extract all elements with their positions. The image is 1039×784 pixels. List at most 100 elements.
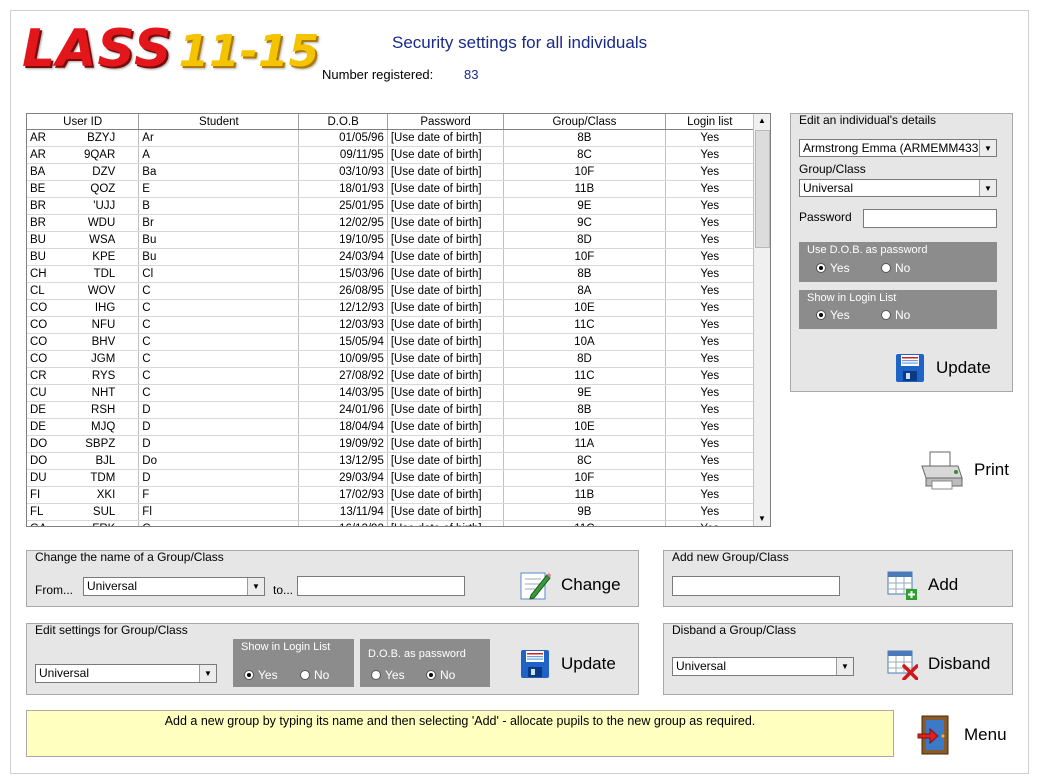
table-row[interactable]: BR 'UJJ B 25/01/95 [Use date of birth] 9E Yes [27,197,756,215]
table-row[interactable]: FI XKI F 17/02/93 [Use date of birth] 11B Yes [27,486,756,504]
table-row[interactable]: BU WSA Bu 19/10/95 [Use date of birth] 8D Yes [27,231,756,249]
table-row[interactable]: GA FRK G 16/12/92 [Use date of birth] 11C Yes [27,520,756,526]
radio-selected-icon [816,263,826,273]
disband-button[interactable]: Disband [886,648,990,680]
add-group-input[interactable] [672,576,840,596]
individual-group-select[interactable]: Universal ▼ [799,179,997,197]
table-row[interactable]: DE RSH D 24/01/96 [Use date of birth] 8B Yes [27,401,756,419]
password-value: [Use date of birth] [391,523,482,526]
table-row[interactable]: DU TDM D 29/03/94 [Use date of birth] 10F Yes [27,469,756,487]
password-value: [Use date of birth] [390,234,482,246]
chevron-down-icon[interactable]: ▼ [979,140,996,156]
chevron-down-icon[interactable]: ▼ [247,578,264,595]
students-grid[interactable]: User ID Student D.O.B Password Group/Cla… [26,113,771,527]
rename-from-select[interactable]: Universal ▼ [83,577,265,596]
column-header-user-id[interactable]: User ID [27,114,140,130]
password-value: [Use date of birth] [390,404,482,416]
individual-select[interactable]: Armstrong Emma (ARMEMM433 ▼ [799,139,997,157]
cell-dob: 18/04/94 [298,418,388,436]
cell-password: [Use date of birth] [387,146,505,164]
column-header-group[interactable]: Group/Class [503,114,666,130]
dob-value: 17/02/93 [339,489,384,501]
cell-dob: 19/09/92 [298,435,388,453]
group-value: 9C [577,217,592,229]
column-header-password[interactable]: Password [387,114,505,130]
individual-dob-yes-radio[interactable]: Yes [816,261,850,275]
rename-to-input[interactable] [297,576,465,596]
column-header-student[interactable]: Student [138,114,300,130]
scroll-up-icon[interactable]: ▲ [754,114,770,128]
individual-dob-no-radio[interactable]: No [881,261,910,275]
table-row[interactable]: BA DZV Ba 03/10/93 [Use date of birth] 10F Yes [27,163,756,181]
individual-login-yes-radio[interactable]: Yes [816,308,850,322]
table-row[interactable]: CO BHV C 15/05/94 [Use date of birth] 10A Yes [27,333,756,351]
menu-button[interactable]: Menu [916,714,1007,756]
user-id-prefix: AR [30,132,46,144]
disband-group-select[interactable]: Universal ▼ [672,657,854,676]
cell-dob: 01/05/96 [298,129,388,147]
student-name: D [142,438,151,450]
student-name: Ar [142,132,154,144]
user-id-suffix: IHG [94,302,116,314]
edit-group-dob-yes-radio[interactable]: Yes [371,668,405,682]
column-header-dob[interactable]: D.O.B [298,114,388,130]
group-value: 11B [574,183,595,195]
cell-user-id: DU TDM [27,469,140,487]
group-value: 11A [574,438,595,450]
group-value: 11C [574,523,594,526]
table-row[interactable]: CL WOV C 26/08/95 [Use date of birth] 8A Yes [27,282,756,300]
disband-group-caption: Disband a Group/Class [672,623,797,637]
table-row[interactable]: CH TDL Cl 15/03/96 [Use date of birth] 8B Yes [27,265,756,283]
edit-group-update-button[interactable]: Update [519,648,616,680]
login-list-value: Yes [700,336,720,348]
table-row[interactable]: FL SUL Fl 13/11/94 [Use date of birth] 9B Yes [27,503,756,521]
edit-group-dob-no-label: No [440,668,456,682]
table-row[interactable]: CO IHG C 12/12/93 [Use date of birth] 10E Yes [27,299,756,317]
edit-group-select[interactable]: Universal ▼ [35,664,217,683]
scroll-thumb[interactable] [755,130,770,248]
add-button[interactable]: Add [886,569,958,601]
table-row[interactable]: BR WDU Br 12/02/95 [Use date of birth] 9C Yes [27,214,756,232]
group-value: 8D [577,353,592,365]
table-row[interactable]: CO JGM C 10/09/95 [Use date of birth] 8D Yes [27,350,756,368]
individual-update-button[interactable]: Update [894,352,991,384]
chevron-down-icon[interactable]: ▼ [836,658,853,675]
password-value: [Use date of birth] [390,285,482,297]
print-button[interactable]: Print [918,448,1009,492]
table-row[interactable]: DO SBPZ D 19/09/92 [Use date of birth] 11A Yes [27,435,756,453]
table-row[interactable]: BU KPE Bu 24/03/94 [Use date of birth] 10F Yes [27,248,756,266]
table-row[interactable]: CO NFU C 12/03/93 [Use date of birth] 11C Yes [27,316,756,334]
edit-group-login-no-radio[interactable]: No [300,668,329,682]
table-row[interactable]: CR RYS C 27/08/92 [Use date of birth] 11C Yes [27,367,756,385]
table-row[interactable]: DO BJL Do 13/12/95 [Use date of birth] 8C Yes [27,452,756,470]
user-id-suffix: FRK [92,523,115,526]
table-row[interactable]: BE QOZ E 18/01/93 [Use date of birth] 11B Yes [27,180,756,198]
user-id-suffix: WDU [87,217,116,229]
login-list-value: Yes [700,404,720,416]
cell-dob: 26/08/95 [298,282,388,300]
user-id-prefix: CO [30,353,48,365]
edit-group-login-yes-radio[interactable]: Yes [244,668,278,682]
edit-group-dob-no-radio[interactable]: No [426,668,455,682]
chevron-down-icon[interactable]: ▼ [199,665,216,682]
individual-password-input[interactable] [863,209,997,228]
page-title: Security settings for all individuals [392,33,648,52]
grid-scrollbar[interactable]: ▲ ▼ [753,114,770,526]
individual-details-caption: Edit an individual's details [799,113,937,127]
user-id-suffix: SUL [92,506,116,518]
cell-password: [Use date of birth] [387,333,505,351]
radio-empty-icon [881,263,891,273]
column-header-login-list[interactable]: Login list [665,114,756,130]
change-button[interactable]: Change [519,569,621,601]
table-row[interactable]: AR BZYJ Ar 01/05/96 [Use date of birth] 8B Yes [27,129,756,147]
edit-group-login-yes-label: Yes [258,668,278,682]
table-row[interactable]: DE MJQ D 18/04/94 [Use date of birth] 10E Yes [27,418,756,436]
individual-login-no-radio[interactable]: No [881,308,910,322]
scroll-down-icon[interactable]: ▼ [754,512,770,526]
table-row[interactable]: CU NHT C 14/03/95 [Use date of birth] 9E Yes [27,384,756,402]
edit-group-login-no-label: No [314,668,330,682]
chevron-down-icon[interactable]: ▼ [979,180,996,196]
user-id-suffix: BJL [95,455,116,467]
logo-text-lass: LASS [22,19,173,79]
table-row[interactable]: AR 9QAR A 09/11/95 [Use date of birth] 8C Yes [27,146,756,164]
